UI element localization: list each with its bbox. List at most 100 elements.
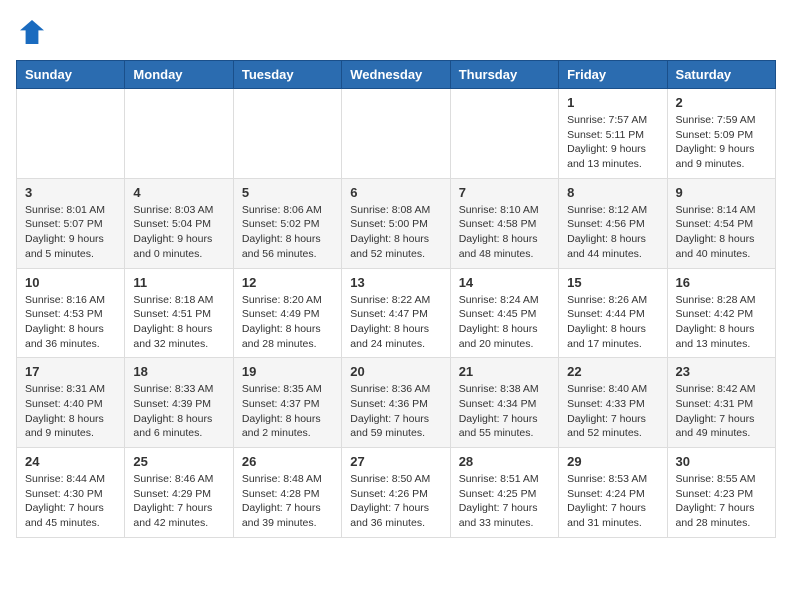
day-info: Sunrise: 8:55 AM Sunset: 4:23 PM Dayligh…	[676, 472, 767, 531]
calendar-cell: 25Sunrise: 8:46 AM Sunset: 4:29 PM Dayli…	[125, 448, 233, 538]
calendar-cell: 4 Sunrise: 8:03 AM Sunset: 5:04 PM Daylig…	[125, 178, 233, 268]
calendar-cell	[17, 89, 125, 179]
day-number: 20	[350, 364, 441, 379]
calendar-cell: 17 Sunrise: 8:31 AM Sunset: 4:40 PM Dayli…	[17, 358, 125, 448]
calendar-cell: 5Sunrise: 8:06 AM Sunset: 5:02 PM Daylig…	[233, 178, 341, 268]
day-number: 6	[350, 185, 441, 200]
day-info: Sunrise: 8:53 AM Sunset: 4:24 PM Dayligh…	[567, 472, 658, 531]
day-number: 21	[459, 364, 550, 379]
day-info: Sunrise: 8:08 AM Sunset: 5:00 PM Dayligh…	[350, 203, 441, 262]
day-number: 9	[676, 185, 767, 200]
calendar-cell: 3 Sunrise: 8:01 AM Sunset: 5:07 PM Daylig…	[17, 178, 125, 268]
day-number: 15	[567, 275, 658, 290]
day-info: Sunrise: 8:31 AM Sunset: 4:40 PM Dayligh…	[25, 382, 116, 441]
day-number: 3	[25, 185, 116, 200]
weekday-header-saturday: Saturday	[667, 61, 775, 89]
calendar-cell	[233, 89, 341, 179]
day-number: 13	[350, 275, 441, 290]
day-info: Sunrise: 8:22 AM Sunset: 4:47 PM Dayligh…	[350, 293, 441, 352]
day-number: 11	[133, 275, 224, 290]
day-info: Sunrise: 8:03 AM Sunset: 5:04 PM Dayligh…	[133, 203, 224, 262]
day-info: Sunrise: 8:14 AM Sunset: 4:54 PM Dayligh…	[676, 203, 767, 262]
calendar-cell: 9 Sunrise: 8:14 AM Sunset: 4:54 PM Daylig…	[667, 178, 775, 268]
week-row-1: 1 Sunrise: 7:57 AM Sunset: 5:11 PM Daylig…	[17, 89, 776, 179]
day-number: 17	[25, 364, 116, 379]
day-info: Sunrise: 8:16 AM Sunset: 4:53 PM Dayligh…	[25, 293, 116, 352]
day-info: Sunrise: 8:35 AM Sunset: 4:37 PM Dayligh…	[242, 382, 333, 441]
day-number: 16	[676, 275, 767, 290]
calendar-cell: 13 Sunrise: 8:22 AM Sunset: 4:47 PM Dayli…	[342, 268, 450, 358]
day-number: 24	[25, 454, 116, 469]
day-number: 28	[459, 454, 550, 469]
day-number: 2	[676, 95, 767, 110]
day-info: Sunrise: 7:59 AM Sunset: 5:09 PM Dayligh…	[676, 113, 767, 172]
day-info: Sunrise: 8:38 AM Sunset: 4:34 PM Dayligh…	[459, 382, 550, 441]
calendar-cell: 27Sunrise: 8:50 AM Sunset: 4:26 PM Dayli…	[342, 448, 450, 538]
calendar-table: SundayMondayTuesdayWednesdayThursdayFrid…	[16, 60, 776, 538]
calendar-cell	[342, 89, 450, 179]
day-info: Sunrise: 8:12 AM Sunset: 4:56 PM Dayligh…	[567, 203, 658, 262]
calendar-cell: 24 Sunrise: 8:44 AM Sunset: 4:30 PM Dayli…	[17, 448, 125, 538]
day-info: Sunrise: 8:01 AM Sunset: 5:07 PM Dayligh…	[25, 203, 116, 262]
calendar-cell: 23 Sunrise: 8:42 AM Sunset: 4:31 PM Dayli…	[667, 358, 775, 448]
day-info: Sunrise: 8:10 AM Sunset: 4:58 PM Dayligh…	[459, 203, 550, 262]
day-info: Sunrise: 8:48 AM Sunset: 4:28 PM Dayligh…	[242, 472, 333, 531]
day-number: 26	[242, 454, 333, 469]
day-number: 4	[133, 185, 224, 200]
day-info: Sunrise: 8:18 AM Sunset: 4:51 PM Dayligh…	[133, 293, 224, 352]
day-number: 5	[242, 185, 333, 200]
day-number: 22	[567, 364, 658, 379]
calendar-cell: 12Sunrise: 8:20 AM Sunset: 4:49 PM Dayli…	[233, 268, 341, 358]
calendar-cell: 20 Sunrise: 8:36 AM Sunset: 4:36 PM Dayli…	[342, 358, 450, 448]
day-info: Sunrise: 8:20 AM Sunset: 4:49 PM Dayligh…	[242, 293, 333, 352]
day-info: Sunrise: 8:50 AM Sunset: 4:26 PM Dayligh…	[350, 472, 441, 531]
day-info: Sunrise: 8:36 AM Sunset: 4:36 PM Dayligh…	[350, 382, 441, 441]
day-info: Sunrise: 8:51 AM Sunset: 4:25 PM Dayligh…	[459, 472, 550, 531]
day-info: Sunrise: 8:44 AM Sunset: 4:30 PM Dayligh…	[25, 472, 116, 531]
calendar-cell: 19 Sunrise: 8:35 AM Sunset: 4:37 PM Dayli…	[233, 358, 341, 448]
logo	[16, 16, 52, 48]
day-number: 1	[567, 95, 658, 110]
day-info: Sunrise: 7:57 AM Sunset: 5:11 PM Dayligh…	[567, 113, 658, 172]
calendar-cell: 22Sunrise: 8:40 AM Sunset: 4:33 PM Dayli…	[559, 358, 667, 448]
day-info: Sunrise: 8:24 AM Sunset: 4:45 PM Dayligh…	[459, 293, 550, 352]
calendar-cell	[125, 89, 233, 179]
calendar-cell: 30 Sunrise: 8:55 AM Sunset: 4:23 PM Dayli…	[667, 448, 775, 538]
day-number: 18	[133, 364, 224, 379]
day-number: 19	[242, 364, 333, 379]
calendar-cell: 29 Sunrise: 8:53 AM Sunset: 4:24 PM Dayli…	[559, 448, 667, 538]
calendar-cell: 8 Sunrise: 8:12 AM Sunset: 4:56 PM Daylig…	[559, 178, 667, 268]
weekday-header-thursday: Thursday	[450, 61, 558, 89]
calendar-cell: 6 Sunrise: 8:08 AM Sunset: 5:00 PM Daylig…	[342, 178, 450, 268]
day-number: 14	[459, 275, 550, 290]
weekday-header-monday: Monday	[125, 61, 233, 89]
day-number: 7	[459, 185, 550, 200]
weekday-header-wednesday: Wednesday	[342, 61, 450, 89]
day-number: 30	[676, 454, 767, 469]
logo-icon	[16, 16, 48, 48]
calendar-cell: 16 Sunrise: 8:28 AM Sunset: 4:42 PM Dayli…	[667, 268, 775, 358]
weekday-header-sunday: Sunday	[17, 61, 125, 89]
week-row-3: 10Sunrise: 8:16 AM Sunset: 4:53 PM Dayli…	[17, 268, 776, 358]
page-header	[16, 16, 776, 48]
day-info: Sunrise: 8:46 AM Sunset: 4:29 PM Dayligh…	[133, 472, 224, 531]
week-row-2: 3 Sunrise: 8:01 AM Sunset: 5:07 PM Daylig…	[17, 178, 776, 268]
calendar-cell: 15Sunrise: 8:26 AM Sunset: 4:44 PM Dayli…	[559, 268, 667, 358]
weekday-header-tuesday: Tuesday	[233, 61, 341, 89]
week-row-4: 17 Sunrise: 8:31 AM Sunset: 4:40 PM Dayli…	[17, 358, 776, 448]
calendar-cell	[450, 89, 558, 179]
calendar-cell: 11 Sunrise: 8:18 AM Sunset: 4:51 PM Dayli…	[125, 268, 233, 358]
day-number: 8	[567, 185, 658, 200]
day-info: Sunrise: 8:28 AM Sunset: 4:42 PM Dayligh…	[676, 293, 767, 352]
calendar-cell: 7 Sunrise: 8:10 AM Sunset: 4:58 PM Daylig…	[450, 178, 558, 268]
calendar-cell: 28 Sunrise: 8:51 AM Sunset: 4:25 PM Dayli…	[450, 448, 558, 538]
calendar-cell: 21 Sunrise: 8:38 AM Sunset: 4:34 PM Dayli…	[450, 358, 558, 448]
day-number: 29	[567, 454, 658, 469]
day-info: Sunrise: 8:42 AM Sunset: 4:31 PM Dayligh…	[676, 382, 767, 441]
calendar-cell: 2 Sunrise: 7:59 AM Sunset: 5:09 PM Daylig…	[667, 89, 775, 179]
weekday-header-row: SundayMondayTuesdayWednesdayThursdayFrid…	[17, 61, 776, 89]
calendar-cell: 26 Sunrise: 8:48 AM Sunset: 4:28 PM Dayli…	[233, 448, 341, 538]
day-number: 23	[676, 364, 767, 379]
day-info: Sunrise: 8:33 AM Sunset: 4:39 PM Dayligh…	[133, 382, 224, 441]
week-row-5: 24 Sunrise: 8:44 AM Sunset: 4:30 PM Dayli…	[17, 448, 776, 538]
